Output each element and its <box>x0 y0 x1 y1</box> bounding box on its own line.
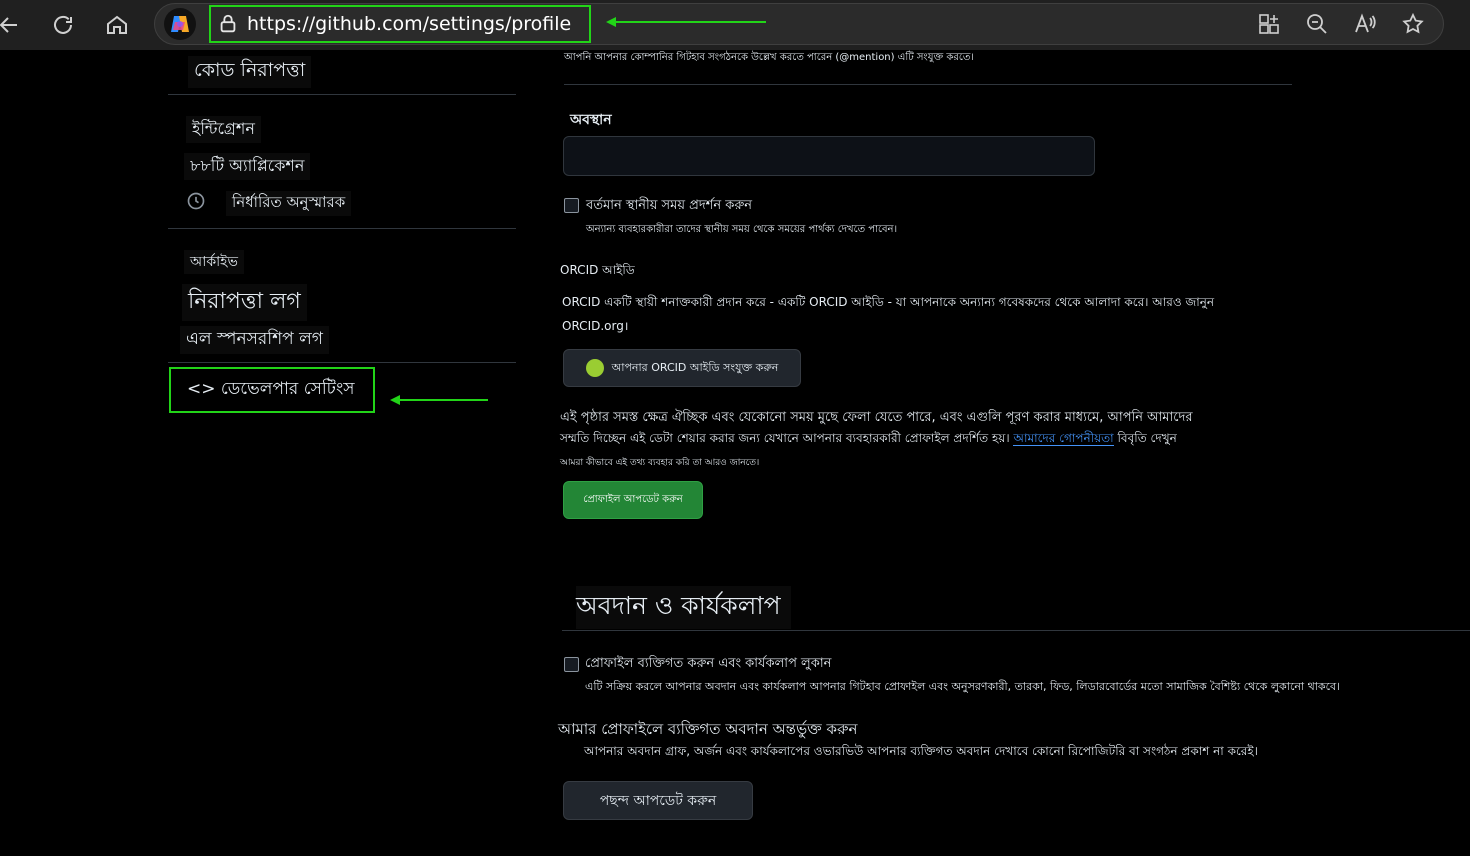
url-text: https://github.com/settings/profile <box>247 13 572 35</box>
address-bar[interactable]: https://github.com/settings/profile <box>154 3 1444 45</box>
orcid-link[interactable]: ORCID.org। <box>562 317 628 334</box>
local-time-note: অন্যান্য ব্যবহারকারীরা তাদের স্থানীয় সম… <box>586 224 898 235</box>
favorite-icon[interactable] <box>1397 8 1429 40</box>
mention-note: আপনি আপনার কোম্পানির গিটহাব সংগঠনকে উল্ল… <box>564 52 974 63</box>
consent-note: সম্মতি দিচ্ছেন এই ডেটা শেয়ার করার জন্য … <box>560 430 1177 450</box>
update-profile-button[interactable]: প্রোফাইল আপডেট করুন <box>563 481 703 519</box>
private-profile-checkbox[interactable] <box>564 657 579 672</box>
developer-settings-annotation-arrow <box>390 395 488 405</box>
orcid-heading: ORCID আইডি <box>560 263 635 277</box>
connect-orcid-button[interactable]: আপনার ORCID আইডি সংযুক্ত করুন <box>563 349 801 387</box>
sidebar-item-sponsorship-log[interactable]: এল স্পনসরশিপ লগ <box>180 326 329 354</box>
privacy-link[interactable]: আমাদের গোপনীয়তা <box>1013 431 1114 446</box>
consent-text: সম্মতি দিচ্ছেন এই ডেটা শেয়ার করার জন্য … <box>560 431 1010 445</box>
address-bar-actions <box>1253 8 1429 40</box>
sidebar-item-developer-settings[interactable]: <> ডেভেলপার সেটিংস <box>169 367 375 413</box>
sidebar-item-security-log[interactable]: নিরাপত্তা লগ <box>182 284 307 321</box>
data-use-note: আমরা কীভাবে এই তথ্য ব্যবহার করি তা আরও জ… <box>560 458 760 468</box>
section-divider <box>562 630 1470 631</box>
sidebar-divider <box>168 228 516 229</box>
sidebar-divider <box>168 362 516 363</box>
sidebar-item-scheduled-reminders[interactable]: নির্ধারিত অনুস্মারক <box>226 191 352 216</box>
private-profile-note: এটি সক্রিয় করলে আপনার অবদান এবং কার্যকল… <box>585 680 1341 693</box>
orcid-avatar-icon <box>585 359 604 377</box>
sidebar-section-archives: আর্কাইভ <box>184 250 244 274</box>
connect-orcid-label: আপনার ORCID আইডি সংযুক্ত করুন <box>611 360 779 374</box>
home-icon[interactable] <box>100 8 134 42</box>
sidebar-item-code-security[interactable]: কোড নিরাপত্তা <box>188 56 312 88</box>
section-divider <box>564 84 1292 85</box>
private-profile-label: প্রোফাইল ব্যক্তিগত করুন এবং কার্যকলাপ লু… <box>585 656 832 671</box>
lock-icon <box>217 13 239 35</box>
location-input[interactable] <box>563 136 1095 176</box>
refresh-icon[interactable] <box>46 8 80 42</box>
sidebar-divider <box>168 94 516 95</box>
url-highlight-box[interactable]: https://github.com/settings/profile <box>209 5 591 43</box>
copilot-icon[interactable] <box>164 8 196 40</box>
read-aloud-icon[interactable] <box>1349 8 1381 40</box>
zoom-out-icon[interactable] <box>1301 8 1333 40</box>
location-label: অবস্থান <box>570 112 612 128</box>
sidebar-section-integrations: ইন্টিগ্রেশন <box>186 116 261 143</box>
include-private-note: আপনার অবদান গ্রাফ, অর্জন এবং কার্যকলাপের… <box>584 744 1258 758</box>
privacy-suffix: বিবৃতি দেখুন <box>1117 431 1177 445</box>
clock-icon <box>186 191 206 211</box>
update-preferences-button[interactable]: পছন্দ আপডেট করুন <box>563 781 753 820</box>
include-private-label[interactable]: আমার প্রোফাইলে ব্যক্তিগত অবদান অন্তর্ভুক… <box>558 718 857 743</box>
browser-toolbar: https://github.com/settings/profile <box>0 0 1470 50</box>
optional-fields-note: এই পৃষ্ঠার সমস্ত ক্ষেত্র ঐচ্ছিক এবং যেকো… <box>560 410 1193 425</box>
orcid-description: ORCID একটি স্থায়ী শনাক্তকারী প্রদান করে… <box>562 295 1215 309</box>
url-annotation-arrow <box>606 17 766 27</box>
back-icon[interactable] <box>0 8 26 42</box>
local-time-checkbox[interactable] <box>564 198 579 213</box>
contributions-heading: অবদান ও কার্যকলাপ <box>576 586 791 629</box>
split-screen-icon[interactable] <box>1253 8 1285 40</box>
sidebar-item-applications[interactable]: ৮৮টি অ্যাপ্লিকেশন <box>184 153 311 180</box>
local-time-label: বর্তমান স্থানীয় সময় প্রদর্শন করুন <box>586 198 753 213</box>
